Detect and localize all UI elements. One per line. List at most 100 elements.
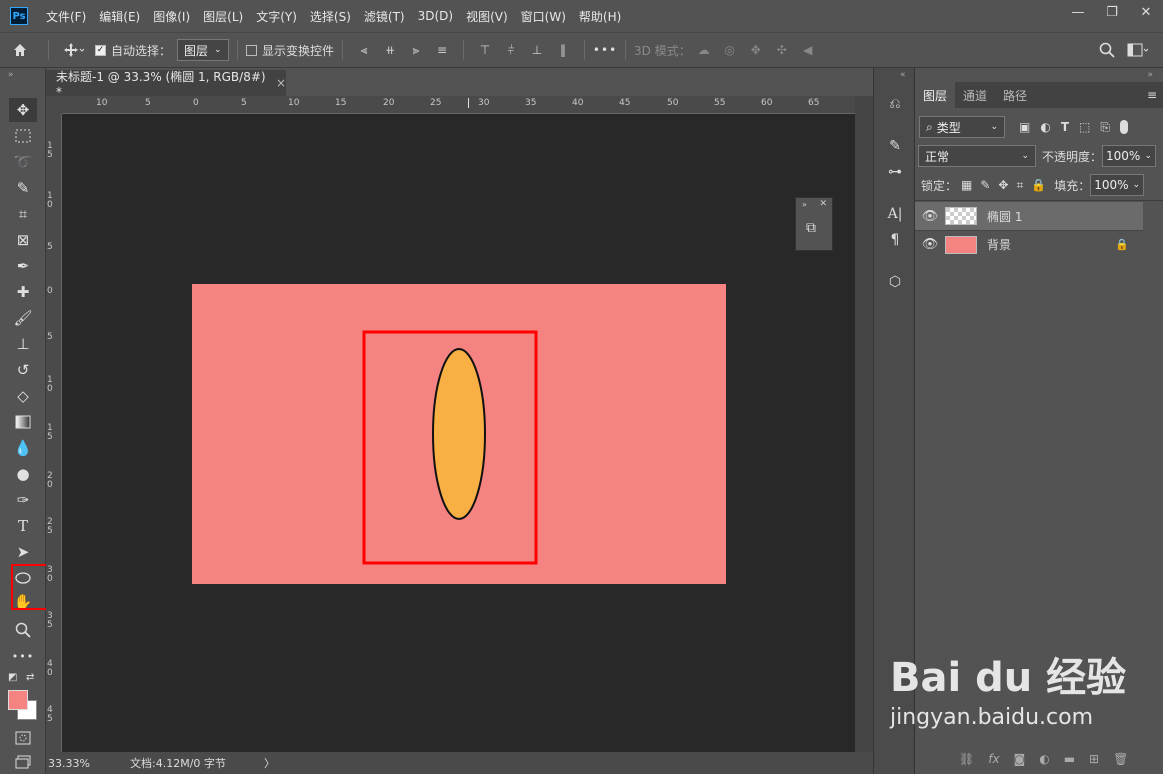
layer-filter-dropdown[interactable]: ⌕ 类型 ⌄ <box>919 116 1005 138</box>
3d-roll-icon[interactable]: ◎ <box>722 42 738 58</box>
shape-filter-icon[interactable]: ⬚ <box>1079 120 1090 134</box>
blur-tool-icon[interactable]: 💧 <box>9 436 37 460</box>
show-transform-toggle[interactable]: 显示变换控件 <box>246 42 334 59</box>
layer-row[interactable]: 👁 背景 🔒 <box>915 230 1143 258</box>
auto-select-dropdown[interactable]: 图层 ⌄ <box>177 39 230 61</box>
menu-window[interactable]: 窗口(W) <box>521 8 566 25</box>
align-vcenter-icon[interactable]: ⫩ <box>503 42 519 58</box>
marquee-tool-icon[interactable] <box>9 124 37 148</box>
visibility-eye-icon[interactable]: 👁 <box>915 209 945 224</box>
new-group-icon[interactable]: ▬ <box>1064 752 1075 766</box>
history-brush-icon[interactable]: ↺ <box>9 358 37 382</box>
distribute-icon[interactable]: ≡ <box>434 42 450 58</box>
collapse-arrows-icon[interactable]: » <box>1147 70 1153 80</box>
visibility-eye-icon[interactable]: 👁 <box>915 237 945 252</box>
lasso-tool-icon[interactable]: ➰ <box>9 150 37 174</box>
close-window-button[interactable]: ✕ <box>1129 0 1163 24</box>
dodge-tool-icon[interactable]: ● <box>9 462 37 486</box>
align-left-icon[interactable]: ⫷ <box>356 42 372 58</box>
eyedropper-tool-icon[interactable]: ✒ <box>9 254 37 278</box>
menu-image[interactable]: 图像(I) <box>153 8 190 25</box>
3d-slide-icon[interactable]: ✣ <box>774 42 790 58</box>
panel-menu-icon[interactable]: ≡ <box>1147 82 1157 108</box>
align-hcenter-icon[interactable]: ⧺ <box>382 42 398 58</box>
filter-toggle-icon[interactable] <box>1119 120 1128 134</box>
align-right-icon[interactable]: ⫸ <box>408 42 424 58</box>
gradient-tool-icon[interactable] <box>9 410 37 434</box>
status-menu-arrow-icon[interactable]: 〉 <box>264 755 275 771</box>
menu-filter[interactable]: 滤镜(T) <box>364 8 405 25</box>
tab-channels[interactable]: 通道 <box>955 82 995 108</box>
ellipse-shape[interactable] <box>432 348 486 520</box>
move-tool-preset-icon[interactable] <box>57 42 91 58</box>
document-canvas[interactable] <box>192 284 726 584</box>
tab-paths[interactable]: 路径 <box>995 82 1035 108</box>
eraser-tool-icon[interactable]: ◇ <box>9 384 37 408</box>
healing-brush-icon[interactable]: ✚ <box>9 280 37 304</box>
3d-orbit-icon[interactable]: ☁ <box>696 42 712 58</box>
character-panel-icon[interactable]: A| <box>885 204 905 224</box>
pixel-filter-icon[interactable]: ▣ <box>1019 120 1030 134</box>
foreground-color-swatch[interactable] <box>8 690 28 710</box>
opacity-field[interactable]: 100% ⌄ <box>1102 145 1157 167</box>
type-tool-icon[interactable]: T <box>9 514 37 538</box>
workspace-icon[interactable] <box>1127 43 1149 57</box>
vertical-scrollbar[interactable] <box>855 96 873 752</box>
adjustment-filter-icon[interactable]: ◐ <box>1040 120 1050 134</box>
lock-position-icon[interactable]: ✥ <box>998 178 1008 192</box>
blend-mode-dropdown[interactable]: 正常 ⌄ <box>918 145 1036 167</box>
menu-file[interactable]: 文件(F) <box>46 8 86 25</box>
restore-button[interactable]: ❐ <box>1095 0 1129 24</box>
3d-panel-icon[interactable]: ⬡ <box>885 272 905 292</box>
quick-mask-icon[interactable] <box>9 726 37 750</box>
menu-help[interactable]: 帮助(H) <box>579 8 621 25</box>
menu-select[interactable]: 选择(S) <box>310 8 351 25</box>
pen-tool-icon[interactable]: ✑ <box>9 488 37 512</box>
menu-layer[interactable]: 图层(L) <box>203 8 243 25</box>
new-layer-icon[interactable]: ⊞ <box>1089 752 1099 766</box>
zoom-level[interactable]: 33.33% <box>48 757 118 770</box>
fx-icon[interactable]: fx <box>988 752 999 766</box>
crop-tool-icon[interactable]: ⌗ <box>9 202 37 226</box>
type-filter-icon[interactable]: T <box>1061 120 1069 134</box>
distribute-vertical-icon[interactable]: ‖ <box>555 42 571 58</box>
default-colors-icon[interactable]: ◩ <box>8 672 17 683</box>
delete-layer-icon[interactable]: 🗑 <box>1113 752 1128 766</box>
home-icon[interactable] <box>0 42 40 58</box>
minimize-button[interactable]: — <box>1061 0 1095 24</box>
expand-icon[interactable]: » <box>802 200 807 209</box>
adjustment-layer-icon[interactable]: ◐ <box>1039 752 1049 766</box>
tab-layers[interactable]: 图层 <box>915 82 956 108</box>
document-tab[interactable]: 未标题-1 @ 33.3% (椭圆 1, RGB/8#) * × <box>46 70 286 99</box>
screen-mode-icon[interactable] <box>9 750 37 774</box>
3d-pan-icon[interactable]: ✥ <box>748 42 764 58</box>
menu-3d[interactable]: 3D(D) <box>418 9 453 23</box>
path-selection-icon[interactable]: ➤ <box>9 540 37 564</box>
align-bottom-icon[interactable]: ⊥ <box>529 42 545 58</box>
collapse-arrows-icon[interactable]: » <box>8 70 14 80</box>
close-panel-icon[interactable]: ✕ <box>819 199 827 209</box>
menu-type[interactable]: 文字(Y) <box>256 8 297 25</box>
quick-select-tool-icon[interactable]: ✎ <box>9 176 37 200</box>
zoom-tool-icon[interactable] <box>9 618 37 642</box>
more-options-button[interactable]: ••• <box>593 43 617 57</box>
3d-camera-icon[interactable]: ◀ <box>800 42 816 58</box>
layer-row[interactable]: 👁 椭圆 1 <box>915 202 1143 230</box>
brush-tool-icon[interactable]: 🖌 <box>9 306 37 330</box>
lock-artboard-icon[interactable]: ⌗ <box>1016 178 1023 193</box>
search-icon[interactable] <box>1099 42 1115 58</box>
edit-toolbar-icon[interactable]: ••• <box>9 644 37 668</box>
auto-select-toggle[interactable]: ✓ 自动选择： <box>95 42 171 59</box>
lock-pixels-icon[interactable]: ✎ <box>980 178 990 192</box>
adjustments-icon[interactable]: ⊶ <box>885 162 905 182</box>
frame-tool-icon[interactable]: ⊠ <box>9 228 37 252</box>
collapse-arrows-icon[interactable]: « <box>900 70 906 80</box>
add-mask-icon[interactable]: ◙ <box>1014 752 1026 766</box>
align-top-icon[interactable]: ⊤ <box>477 42 493 58</box>
close-tab-icon[interactable]: × <box>276 76 286 90</box>
properties-icon[interactable]: ⧉ <box>806 220 824 242</box>
horizontal-ruler[interactable]: 10 5 0 5 10 15 20 25 30 35 40 45 50 55 6… <box>62 96 855 114</box>
move-tool-icon[interactable]: ✥ <box>9 98 37 122</box>
history-panel-icon[interactable]: ⎌ <box>885 94 905 114</box>
menu-edit[interactable]: 编辑(E) <box>99 8 140 25</box>
